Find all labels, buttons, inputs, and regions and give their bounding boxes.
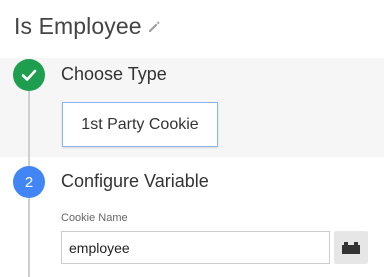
title-row: Is Employee [14, 8, 161, 44]
cookie-name-input[interactable] [61, 231, 330, 264]
cookie-name-label: Cookie Name [61, 212, 128, 224]
lego-brick-icon [342, 241, 360, 254]
step-label-choose-type: Choose Type [61, 64, 167, 84]
page-title: Is Employee [14, 12, 142, 39]
step-number: 2 [24, 173, 34, 191]
step-label-configure-variable: Configure Variable [61, 171, 209, 191]
step-connector-line [28, 90, 30, 168]
step-connector-line [28, 198, 30, 277]
step-number-badge: 2 [13, 166, 45, 198]
variable-picker-button[interactable] [334, 231, 368, 264]
checkmark-icon [21, 69, 37, 81]
variable-type-card[interactable]: 1st Party Cookie [62, 102, 218, 147]
step-complete-badge [13, 59, 45, 91]
pencil-icon[interactable] [147, 20, 161, 34]
